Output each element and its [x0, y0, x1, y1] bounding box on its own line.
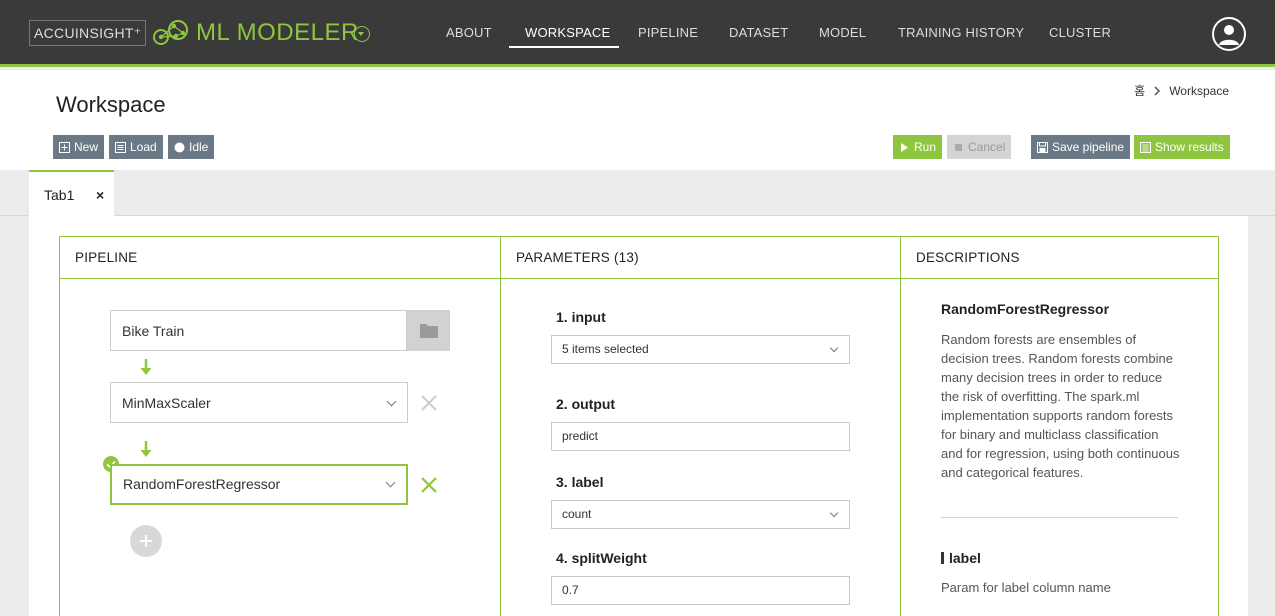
nav-pipeline[interactable]: PIPELINE — [638, 22, 698, 44]
run-button-label: Run — [914, 140, 937, 154]
parameters-panel: PARAMETERS (13) 1. input 5 items selecte… — [501, 237, 901, 616]
folder-icon — [420, 324, 438, 338]
chevron-down-icon[interactable] — [386, 396, 397, 407]
status-label: Idle — [189, 140, 209, 154]
show-results-label: Show results — [1155, 140, 1224, 154]
param-label-output: 2. output — [556, 396, 616, 412]
load-button-label: Load — [130, 140, 157, 154]
stop-icon — [955, 143, 962, 151]
nav-cluster[interactable]: CLUSTER — [1049, 22, 1111, 44]
save-icon — [1037, 141, 1048, 153]
folder-button[interactable] — [407, 310, 450, 351]
run-button[interactable]: Run — [893, 135, 943, 159]
save-pipeline-button[interactable]: Save pipeline — [1031, 135, 1131, 159]
new-button-label: New — [74, 140, 99, 154]
chevron-down-icon[interactable] — [829, 343, 839, 353]
workspace-panels: PIPELINE Bike Train MinMaxScaler RandomF… — [59, 236, 1219, 616]
descriptions-panel: DESCRIPTIONS RandomForestRegressor Rando… — [901, 237, 1218, 616]
parameters-heading: PARAMETERS (13) — [501, 237, 900, 279]
status-dot-icon — [174, 142, 185, 152]
company-logo[interactable]: ACCUINSIGHT⁺ — [29, 20, 147, 46]
node-label: RandomForestRegressor — [123, 476, 281, 492]
param-select-label[interactable]: count — [551, 500, 850, 529]
top-navigation-bar: ACCUINSIGHT⁺ ML MODELER ABOUT WORKSPACE … — [0, 0, 1275, 67]
save-pipeline-label: Save pipeline — [1052, 140, 1125, 154]
load-button[interactable]: Load — [109, 135, 163, 159]
chevron-down-icon[interactable] — [385, 477, 396, 488]
pipeline-node-minmaxscaler[interactable]: MinMaxScaler — [110, 382, 408, 423]
plus-icon — [140, 535, 152, 547]
list-icon — [115, 141, 126, 153]
param-value: count — [562, 507, 592, 521]
pipeline-node-randomforestregressor[interactable]: RandomForestRegressor — [110, 464, 408, 505]
play-icon — [901, 142, 908, 152]
param-text-output[interactable]: predict — [551, 422, 850, 451]
add-node-button[interactable] — [130, 525, 162, 557]
param-value: predict — [562, 429, 599, 443]
remove-node-icon[interactable] — [420, 476, 438, 494]
description-text: Random forests are ensembles of decision… — [941, 332, 1180, 480]
param-text-splitweight[interactable]: 0.7 — [551, 576, 850, 605]
breadcrumb-current: Workspace — [1169, 83, 1229, 98]
cancel-button-label: Cancel — [968, 140, 1006, 154]
new-button[interactable]: New — [53, 135, 105, 159]
dataset-node[interactable]: Bike Train — [110, 310, 407, 351]
show-results-button[interactable]: Show results — [1134, 135, 1230, 159]
tab-close-icon[interactable]: × — [96, 187, 104, 203]
param-label-label: 3. label — [556, 474, 604, 490]
description-param-text: Param for label column name — [941, 580, 1111, 595]
description-divider — [941, 517, 1178, 518]
status-badge: Idle — [168, 135, 215, 159]
pipeline-panel: PIPELINE Bike Train MinMaxScaler RandomF… — [60, 237, 501, 616]
param-value: 0.7 — [562, 583, 579, 597]
tab-tab1[interactable]: Tab1 × — [29, 170, 114, 216]
chevron-down-icon[interactable] — [829, 508, 839, 518]
param-label-splitweight: 4. splitWeight — [556, 550, 647, 566]
arrow-down-icon — [140, 441, 152, 457]
param-marker-icon — [941, 552, 944, 564]
product-dropdown-icon[interactable] — [354, 26, 370, 42]
page-header: Workspace 홈 Workspace New Load Idle Run … — [0, 70, 1275, 170]
param-value: 5 items selected — [562, 342, 649, 356]
chevron-right-icon — [1154, 85, 1161, 96]
breadcrumb-home[interactable]: 홈 — [1134, 82, 1145, 99]
param-label-input: 1. input — [556, 309, 606, 325]
remove-node-icon[interactable] — [420, 394, 438, 412]
nav-about[interactable]: ABOUT — [446, 22, 492, 44]
description-param-name: label — [949, 550, 981, 566]
nav-training-history[interactable]: TRAINING HISTORY — [898, 22, 1024, 44]
product-title[interactable]: ML MODELER — [196, 18, 359, 48]
pipeline-heading: PIPELINE — [60, 237, 500, 279]
page-title: Workspace — [56, 92, 166, 117]
nav-active-indicator — [509, 46, 619, 48]
descriptions-heading: DESCRIPTIONS — [901, 237, 1218, 279]
breadcrumb: 홈 Workspace — [1134, 82, 1229, 99]
workspace-tab-strip: Tab1 × — [0, 170, 1275, 216]
nav-model[interactable]: MODEL — [819, 22, 866, 44]
plus-box-icon — [59, 141, 70, 153]
cancel-button[interactable]: Cancel — [947, 135, 1012, 159]
nav-workspace[interactable]: WORKSPACE — [525, 22, 610, 44]
description-title: RandomForestRegressor — [941, 301, 1110, 317]
param-select-input[interactable]: 5 items selected — [551, 335, 850, 364]
nav-dataset[interactable]: DATASET — [729, 22, 788, 44]
user-avatar-icon[interactable] — [1212, 17, 1246, 51]
description-param-heading: label — [941, 550, 981, 566]
node-label: MinMaxScaler — [122, 395, 211, 411]
network-logo-icon — [153, 20, 188, 45]
results-icon — [1140, 141, 1151, 153]
tab-label: Tab1 — [44, 187, 75, 203]
arrow-down-icon — [140, 359, 152, 375]
pipeline-canvas: Bike Train MinMaxScaler RandomForestRegr… — [60, 279, 500, 616]
